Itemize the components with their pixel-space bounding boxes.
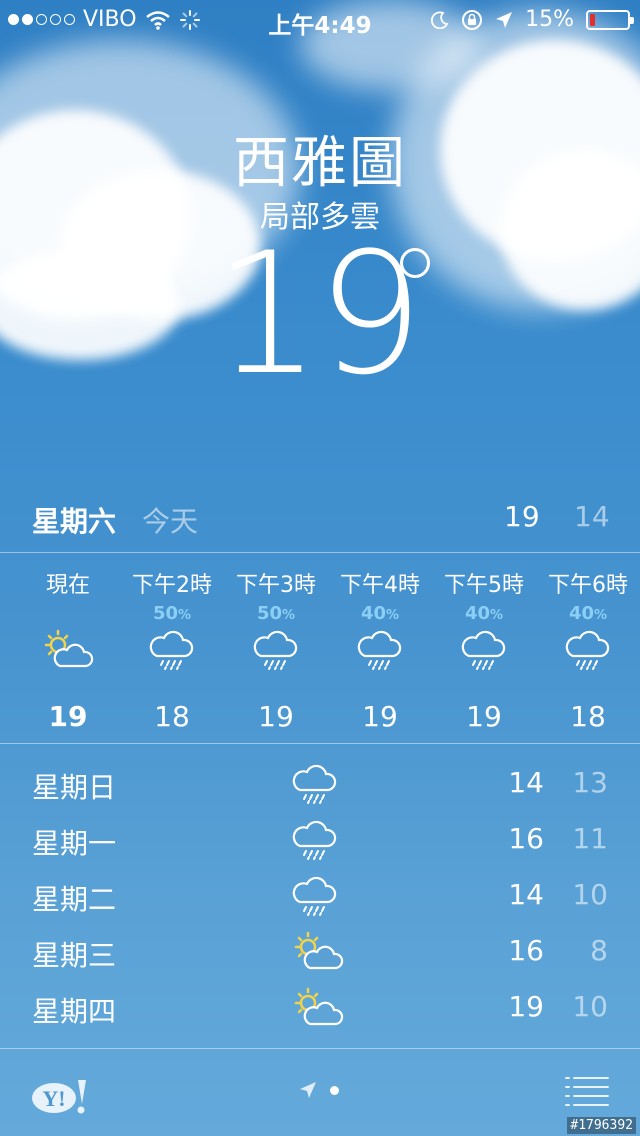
hourly-item: 下午6時 40% 18 bbox=[536, 570, 640, 733]
rotation-lock-icon bbox=[462, 9, 483, 30]
divider bbox=[0, 743, 640, 744]
hourly-temp: 19 bbox=[48, 700, 88, 733]
hourly-temp: 19 bbox=[258, 700, 294, 733]
moon-icon bbox=[431, 11, 449, 29]
hourly-temp: 18 bbox=[154, 700, 190, 733]
daily-day-name: 星期一 bbox=[32, 827, 117, 860]
watermark: #1796392 bbox=[567, 1117, 636, 1134]
daily-high: 16 bbox=[508, 934, 544, 967]
daily-row: 星期二 14 10 bbox=[0, 868, 640, 924]
hourly-precip: 40% bbox=[568, 603, 608, 624]
rain-cloud-icon bbox=[432, 626, 536, 674]
daily-day-name: 星期日 bbox=[32, 771, 117, 804]
daily-low: 10 bbox=[572, 990, 608, 1023]
partly-cloudy-icon bbox=[292, 928, 344, 983]
daily-row: 星期一 16 11 bbox=[0, 812, 640, 868]
daily-day-name: 星期二 bbox=[32, 883, 117, 916]
hourly-time: 下午5時 bbox=[444, 573, 524, 598]
hourly-item: 下午5時 40% 19 bbox=[432, 570, 536, 733]
hourly-temp: 19 bbox=[466, 700, 502, 733]
today-day-name: 星期六 bbox=[32, 505, 117, 538]
yahoo-logo-text: Y! bbox=[42, 1086, 65, 1111]
daily-low: 13 bbox=[572, 766, 608, 799]
current-location-icon bbox=[300, 1082, 316, 1098]
hourly-item: 下午4時 40% 19 bbox=[328, 570, 432, 733]
divider bbox=[0, 552, 640, 553]
battery-icon bbox=[586, 9, 634, 30]
daily-row: 星期四 19 10 bbox=[0, 980, 640, 1036]
hourly-time: 現在 bbox=[45, 573, 90, 598]
hourly-item: 下午2時 50% 18 bbox=[120, 570, 224, 733]
yahoo-logo-button[interactable]: Y! bbox=[30, 1076, 92, 1120]
page-dot bbox=[330, 1085, 339, 1095]
hourly-time: 下午4時 bbox=[340, 573, 420, 598]
daily-low: 10 bbox=[572, 878, 608, 911]
city-name: 西雅圖 bbox=[233, 131, 407, 196]
current-temperature: 19 bbox=[214, 216, 424, 412]
hourly-precip: 40% bbox=[464, 603, 504, 624]
partly-cloudy-icon bbox=[16, 626, 120, 674]
today-summary-row: 星期六 今天 19 14 bbox=[0, 496, 640, 540]
daily-high: 14 bbox=[508, 878, 544, 911]
battery-percent: 15% bbox=[525, 7, 574, 32]
degree-symbol-icon bbox=[400, 248, 430, 278]
today-high: 19 bbox=[504, 500, 540, 533]
rain-cloud-icon bbox=[292, 816, 338, 871]
daily-day-name: 星期三 bbox=[32, 939, 117, 972]
status-bar: VIBO 上午4:49 15% bbox=[0, 0, 640, 40]
daily-day-name: 星期四 bbox=[32, 995, 117, 1028]
daily-high: 14 bbox=[508, 766, 544, 799]
hourly-time: 下午2時 bbox=[132, 573, 212, 598]
rain-cloud-icon bbox=[120, 626, 224, 674]
hourly-item: 現在 19 bbox=[16, 570, 120, 733]
list-icon bbox=[565, 1077, 609, 1106]
hourly-item: 下午3時 50% 19 bbox=[224, 570, 328, 733]
page-indicator[interactable] bbox=[298, 1080, 339, 1100]
rain-cloud-icon bbox=[328, 626, 432, 674]
hourly-time: 下午6時 bbox=[548, 573, 628, 598]
today-label: 今天 bbox=[142, 505, 199, 538]
hourly-precip: 50% bbox=[152, 603, 192, 624]
today-low: 14 bbox=[574, 500, 610, 533]
location-arrow-icon bbox=[496, 11, 513, 28]
hourly-temp: 19 bbox=[362, 700, 398, 733]
hourly-precip bbox=[16, 602, 120, 626]
daily-row: 星期三 16 8 bbox=[0, 924, 640, 980]
rain-cloud-icon bbox=[292, 872, 338, 927]
rain-cloud-icon bbox=[536, 626, 640, 674]
daily-low: 11 bbox=[572, 822, 608, 855]
partly-cloudy-icon bbox=[292, 984, 344, 1039]
daily-low: 8 bbox=[590, 934, 608, 967]
hourly-temp: 18 bbox=[570, 700, 606, 733]
rain-cloud-icon bbox=[224, 626, 328, 674]
daily-row: 星期日 14 13 bbox=[0, 756, 640, 812]
daily-high: 16 bbox=[508, 822, 544, 855]
battery-level bbox=[590, 13, 595, 26]
rain-cloud-icon bbox=[292, 760, 338, 815]
daily-high: 19 bbox=[508, 990, 544, 1023]
hourly-precip: 50% bbox=[256, 603, 296, 624]
divider bbox=[0, 1048, 640, 1049]
hourly-time: 下午3時 bbox=[236, 573, 316, 598]
city-list-button[interactable] bbox=[564, 1074, 610, 1112]
hourly-precip: 40% bbox=[360, 603, 400, 624]
